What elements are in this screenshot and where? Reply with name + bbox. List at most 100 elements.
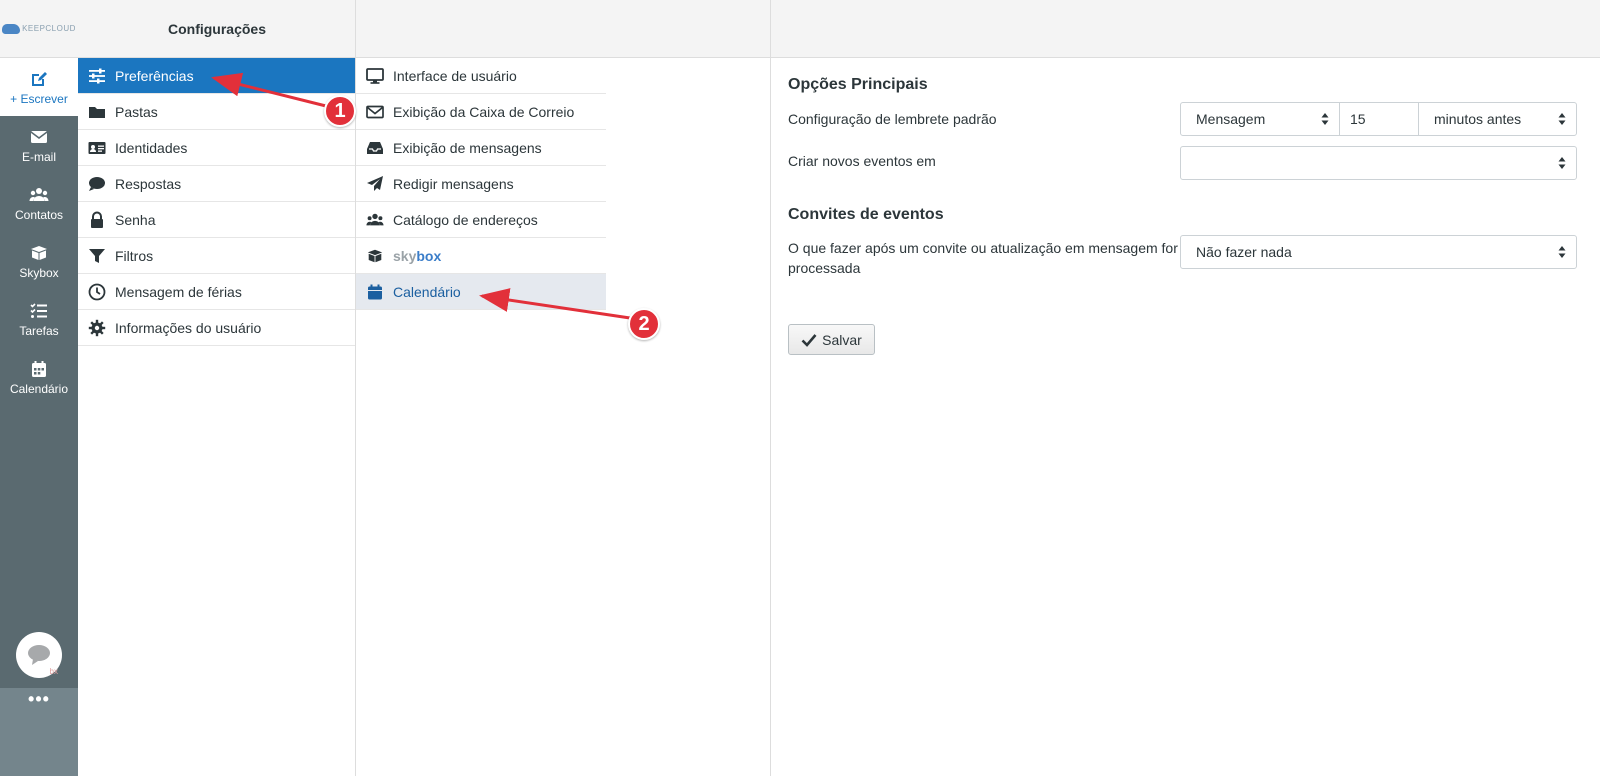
reminder-unit-select[interactable]: minutos antes (1418, 102, 1577, 136)
header-divider (355, 0, 356, 58)
check-icon (801, 333, 817, 347)
reminder-unit-value: minutos antes (1434, 111, 1522, 127)
skybox-logo-box: box (416, 247, 442, 264)
sort-caret-icon (1558, 246, 1566, 258)
comment-icon (89, 176, 105, 191)
paper-plane-icon (367, 175, 383, 191)
folder-icon (89, 106, 105, 118)
nav-skybox-label: Skybox (19, 265, 59, 280)
settings-item-responses[interactable]: Respostas (78, 166, 355, 202)
section-item-label: Exibição da Caixa de Correio (393, 103, 575, 120)
lock-icon (91, 211, 103, 228)
nav-contacts-label: Contatos (14, 207, 64, 222)
settings-item-folders[interactable]: Pastas (78, 94, 355, 130)
save-button[interactable]: Salvar (788, 324, 875, 355)
settings-list: Preferências Pastas Identidades Resposta… (78, 58, 356, 776)
settings-content: Opções Principais Configuração de lembre… (772, 58, 1600, 776)
skybox-logo: skybox (393, 248, 441, 264)
sliders-icon (89, 68, 105, 83)
skybox-logo-sky: sky (393, 247, 417, 264)
id-card-icon (88, 141, 106, 154)
settings-item-label: Respostas (115, 175, 182, 192)
annotation-marker-1: 1 (324, 95, 356, 127)
chat-icon (28, 645, 50, 665)
reminder-value-input[interactable]: 15 (1339, 102, 1419, 136)
header-divider (770, 0, 771, 58)
tasks-icon (30, 302, 47, 318)
filter-icon (89, 248, 105, 263)
skybox-icon (367, 249, 383, 262)
gear-icon (88, 319, 106, 336)
settings-item-password[interactable]: Senha (78, 202, 355, 238)
section-item-label: Interface de usuário (393, 67, 517, 84)
nav-skybox[interactable]: Skybox (0, 232, 78, 290)
settings-item-label: Senha (115, 211, 156, 228)
section-item-mailbox-view[interactable]: Exibição da Caixa de Correio (356, 94, 606, 130)
settings-item-label: Preferências (115, 67, 194, 84)
sort-caret-icon (1558, 157, 1566, 169)
section-item-compose[interactable]: Redigir mensagens (356, 166, 606, 202)
invites-row: O que fazer após um convite ou atualizaç… (788, 235, 1600, 276)
pencil-square-icon (32, 71, 47, 86)
reminder-label: Configuração de lembrete padrão (788, 111, 997, 127)
monitor-icon (366, 67, 384, 84)
invites-label: O que fazer após um convite ou atualizaç… (788, 240, 1178, 276)
section-item-ui[interactable]: Interface de usuário (356, 58, 606, 94)
section-item-calendar[interactable]: Calendário (356, 274, 606, 310)
invites-select[interactable]: Não fazer nada (1180, 235, 1577, 269)
brand-logo-text: KEEPCLOUD (22, 24, 76, 33)
box-icon (31, 245, 47, 260)
settings-item-vacation[interactable]: Mensagem de férias (78, 274, 355, 310)
envelope-outline-icon (366, 105, 384, 118)
reminder-value: 15 (1350, 111, 1366, 127)
section-item-label: Exibição de mensagens (393, 139, 542, 156)
new-events-select[interactable] (1180, 146, 1577, 180)
reminder-row: Configuração de lembrete padrão Mensagem… (788, 102, 1600, 136)
inbox-icon (367, 141, 383, 154)
settings-item-filters[interactable]: Filtros (78, 238, 355, 274)
more-dots-icon: ••• (28, 689, 50, 709)
reminder-type-select[interactable]: Mensagem (1180, 102, 1340, 136)
nav-tasks[interactable]: Tarefas (0, 290, 78, 348)
page-header: Configurações (78, 0, 1600, 58)
section-item-label: Calendário (393, 283, 461, 300)
section-item-addressbook[interactable]: Catálogo de endereços (356, 202, 606, 238)
annotation-marker-2: 2 (628, 308, 660, 340)
envelope-icon (30, 130, 48, 143)
nav-contacts[interactable]: Contatos (0, 174, 78, 232)
logo-area: KEEPCLOUD (0, 0, 78, 58)
invites-title: Convites de eventos (788, 206, 944, 223)
cloud-icon (2, 23, 21, 34)
brand-logo[interactable]: KEEPCLOUD (2, 23, 76, 34)
settings-item-identities[interactable]: Identidades (78, 130, 355, 166)
section-item-label: Redigir mensagens (393, 175, 514, 192)
compose-label: + Escrever (10, 91, 68, 106)
main-options-title: Opções Principais (788, 76, 928, 93)
app-navbar: KEEPCLOUD + Escrever E-mail Contatos Sky… (0, 0, 78, 776)
settings-item-label: Informações do usuário (115, 319, 262, 336)
new-events-row: Criar novos eventos em (788, 146, 1600, 180)
reminder-type-value: Mensagem (1196, 111, 1266, 127)
settings-item-user-info[interactable]: Informações do usuário (78, 310, 355, 346)
clock-icon (88, 283, 106, 300)
chat-badge: bx (49, 667, 58, 676)
page-title: Configurações (167, 21, 266, 37)
sections-list: Interface de usuário Exibição da Caixa d… (356, 58, 771, 776)
users-icon (29, 187, 49, 201)
more-menu[interactable]: ••• (0, 688, 78, 776)
nav-email-label: E-mail (21, 149, 56, 164)
compose-button[interactable]: + Escrever (0, 58, 78, 116)
nav-calendar-label: Calendário (9, 381, 69, 396)
section-item-skybox[interactable]: skybox (356, 238, 606, 274)
section-item-message-view[interactable]: Exibição de mensagens (356, 130, 606, 166)
chat-button[interactable]: bx (16, 632, 62, 678)
settings-item-label: Pastas (115, 103, 158, 120)
calendar-icon (32, 360, 46, 377)
settings-item-preferences[interactable]: Preferências (78, 58, 355, 94)
settings-item-label: Mensagem de férias (115, 283, 242, 300)
invites-value: Não fazer nada (1196, 244, 1292, 260)
nav-tasks-label: Tarefas (19, 323, 59, 338)
nav-calendar[interactable]: Calendário (0, 348, 78, 406)
sort-caret-icon (1558, 113, 1566, 125)
nav-email[interactable]: E-mail (0, 116, 78, 174)
